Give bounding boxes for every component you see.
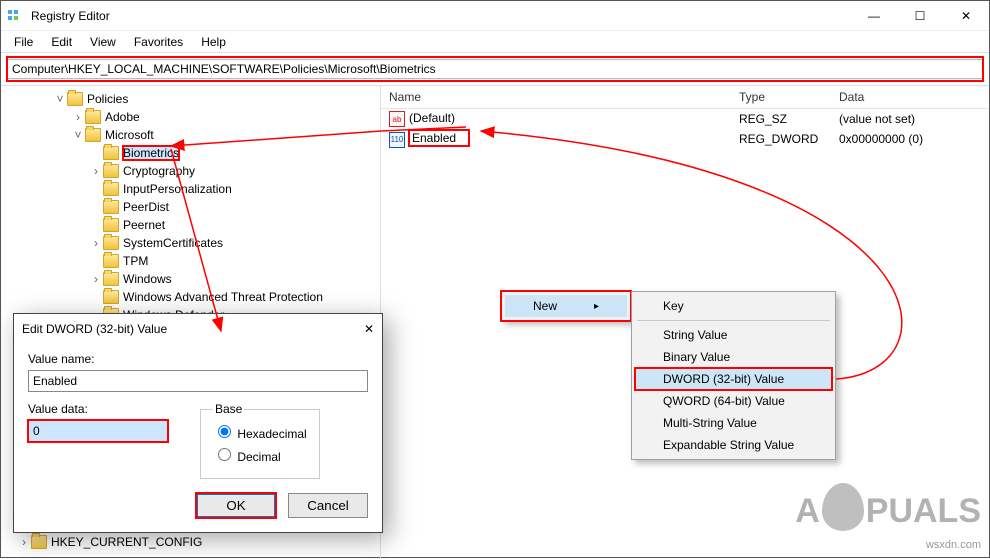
address-bar-container (1, 53, 989, 86)
context-menu-item[interactable]: Multi-String Value (635, 412, 832, 434)
ok-button[interactable]: OK (196, 493, 276, 518)
folder-icon (103, 146, 119, 160)
tree-node[interactable]: InputPersonalization (123, 182, 232, 196)
tree-twisty-icon[interactable]: › (89, 272, 103, 286)
maximize-button[interactable]: ☐ (897, 1, 943, 31)
value-data: 0x00000000 (0) (831, 131, 989, 147)
edit-dword-dialog: Edit DWORD (32-bit) Value ✕ Value name: … (13, 313, 383, 533)
menu-view[interactable]: View (81, 33, 125, 51)
tree-node[interactable]: Cryptography (123, 164, 195, 178)
value-type-icon: ab (389, 111, 405, 127)
tree-node[interactable]: TPM (123, 254, 148, 268)
folder-icon (103, 182, 119, 196)
list-header[interactable]: Name Type Data (381, 86, 989, 109)
dialog-titlebar[interactable]: Edit DWORD (32-bit) Value ✕ (14, 314, 382, 344)
context-menu-item[interactable]: Expandable String Value (635, 434, 832, 456)
dialog-close-icon[interactable]: ✕ (364, 322, 374, 336)
tree-twisty-icon[interactable]: › (89, 236, 103, 250)
tree-node[interactable]: Windows (123, 272, 172, 286)
tree-twisty-icon[interactable]: ˅ (71, 128, 85, 142)
menu-help[interactable]: Help (192, 33, 235, 51)
folder-icon (103, 164, 119, 178)
folder-icon (85, 128, 101, 142)
menu-favorites[interactable]: Favorites (125, 33, 192, 51)
tree-node[interactable]: SystemCertificates (123, 236, 223, 250)
base-legend: Base (213, 402, 244, 416)
list-row[interactable]: ab (Default) REG_SZ (value not set) (381, 109, 989, 129)
folder-icon (31, 535, 47, 549)
titlebar: Registry Editor ― ☐ ✕ (1, 1, 989, 31)
tree-node[interactable]: Windows Advanced Threat Protection (123, 290, 323, 304)
value-rename-input[interactable]: Enabled (409, 130, 469, 146)
context-menu-item[interactable]: DWORD (32-bit) Value (635, 368, 832, 390)
value-type-icon: 110 (389, 132, 405, 148)
tree-twisty-icon[interactable]: ˅ (53, 92, 67, 106)
list-row[interactable]: 110Enabled REG_DWORD 0x00000000 (0) (381, 129, 989, 149)
context-menu-item[interactable]: String Value (635, 324, 832, 346)
watermark: A PUALS (795, 483, 981, 531)
folder-icon (103, 290, 119, 304)
tree-node[interactable]: PeerDist (123, 200, 169, 214)
minimize-button[interactable]: ― (851, 1, 897, 31)
menu-file[interactable]: File (5, 33, 42, 51)
tree-node-hkey-current-config[interactable]: HKEY_CURRENT_CONFIG (51, 535, 202, 549)
tree-node-policies[interactable]: Policies (87, 92, 128, 106)
tree-node-microsoft[interactable]: Microsoft (105, 128, 154, 142)
value-name-input[interactable] (28, 370, 368, 392)
folder-icon (103, 236, 119, 250)
watermark-text: PUALS (866, 492, 981, 531)
context-menu-item[interactable]: Key (635, 295, 832, 317)
tree-node[interactable]: Peernet (123, 218, 165, 232)
cancel-button[interactable]: Cancel (288, 493, 368, 518)
value-name-label: Value name: (28, 352, 368, 366)
column-header-data[interactable]: Data (831, 86, 989, 108)
folder-icon (67, 92, 83, 106)
tree-twisty-icon[interactable]: › (71, 110, 85, 124)
folder-icon (103, 272, 119, 286)
context-menu-new[interactable]: New ▸ (501, 291, 631, 321)
window-title: Registry Editor (27, 9, 851, 23)
folder-icon (103, 254, 119, 268)
close-button[interactable]: ✕ (943, 1, 989, 31)
context-menu-item-new[interactable]: New ▸ (505, 295, 627, 317)
value-type: REG_SZ (731, 111, 831, 127)
submenu-arrow-icon: ▸ (594, 301, 599, 312)
context-menu-item[interactable]: Binary Value (635, 346, 832, 368)
radio-dec[interactable]: Decimal (213, 445, 307, 464)
context-menu-item[interactable]: QWORD (64-bit) Value (635, 390, 832, 412)
folder-icon (103, 200, 119, 214)
radio-hex[interactable]: Hexadecimal (213, 422, 307, 441)
tree-twisty-icon[interactable]: › (17, 535, 31, 549)
base-group: Base Hexadecimal Decimal (200, 402, 320, 479)
column-header-type[interactable]: Type (731, 86, 831, 108)
tree-twisty-icon[interactable]: › (89, 164, 103, 178)
value-data-input[interactable] (28, 420, 168, 442)
value-data: (value not set) (831, 111, 989, 127)
dialog-title: Edit DWORD (32-bit) Value (22, 322, 167, 336)
address-bar[interactable] (7, 59, 983, 79)
value-data-label: Value data: (28, 402, 168, 416)
folder-icon (103, 218, 119, 232)
tree-node[interactable]: Biometrics (123, 146, 179, 160)
tree-node-adobe[interactable]: Adobe (105, 110, 140, 124)
folder-icon (85, 110, 101, 124)
watermark-text: A (795, 492, 820, 531)
value-name: (Default) (409, 111, 455, 125)
thumb-icon (822, 483, 864, 531)
menu-bar: File Edit View Favorites Help (1, 31, 989, 53)
source-tag: wsxdn.com (926, 539, 981, 551)
context-menu-item-label: New (533, 299, 557, 313)
value-type: REG_DWORD (731, 131, 831, 147)
menu-edit[interactable]: Edit (42, 33, 81, 51)
column-header-name[interactable]: Name (381, 86, 731, 108)
context-submenu[interactable]: Key String ValueBinary ValueDWORD (32-bit… (631, 291, 836, 460)
app-icon (1, 8, 27, 24)
